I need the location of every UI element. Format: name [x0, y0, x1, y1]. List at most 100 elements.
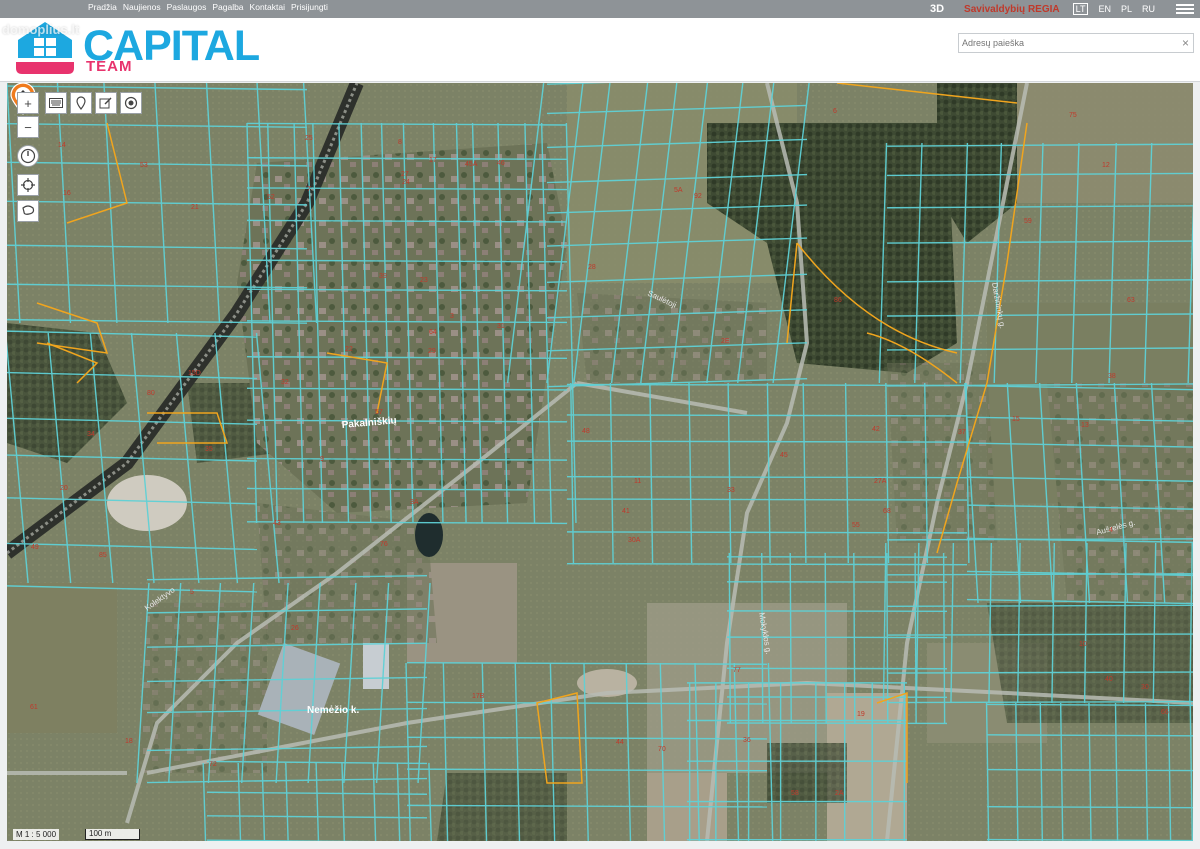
watermark-text: domoplius.lt	[2, 22, 80, 37]
parcel-boundary	[986, 838, 1193, 841]
parcel-number-label: 59	[1024, 218, 1032, 225]
nav-link-help[interactable]: Pagalba	[212, 2, 243, 12]
parcel-number-label: 11	[634, 478, 641, 485]
parcel-number-label: 15	[1012, 416, 1020, 423]
locate-button[interactable]	[120, 92, 142, 114]
parcel-number-label: 53	[140, 162, 148, 169]
parcel-number-label: 20	[60, 485, 68, 492]
parcel-number-label: 28	[588, 264, 596, 271]
crosshair-icon	[21, 178, 35, 192]
parcel-number-label: 17B	[472, 693, 485, 700]
nav-link-home[interactable]: Pradžia	[88, 2, 117, 12]
parcel-boundary	[986, 806, 1193, 809]
parcel-number-label: 7	[307, 186, 311, 193]
top-right-controls: 3D Savivaldybių REGIA LT EN PL RU	[930, 0, 1200, 18]
parcel-number-label: 35	[205, 446, 213, 453]
parcel-number-label: 57	[375, 409, 383, 416]
parcel-number-label: 32	[281, 379, 289, 386]
parcel-number-label: 24	[402, 179, 410, 186]
clear-search-icon[interactable]: ×	[1182, 36, 1189, 50]
parcel-number-label: 3	[450, 313, 454, 320]
parcel-number-label: 85	[99, 552, 107, 559]
parcel-number-label: 76	[380, 541, 388, 548]
map-svg: Saulėtoji Kolektyvo Mokyklos g. Aušrelės…	[7, 83, 1193, 841]
parcel-number-label: 8	[398, 139, 402, 146]
keyboard-icon	[49, 98, 63, 108]
parcel-boundary	[886, 671, 1193, 674]
zoom-out-button[interactable]: −	[17, 116, 39, 138]
parcel-boundary	[566, 440, 968, 443]
parcel-boundary	[986, 768, 1193, 772]
parcel-boundary	[566, 498, 968, 501]
parcel-boundary	[986, 703, 1193, 707]
edit-button[interactable]	[95, 92, 117, 114]
nav-link-services[interactable]: Paslaugos	[167, 2, 207, 12]
logo-subtext: TEAM	[86, 58, 133, 75]
parcel-number-label: 41	[622, 508, 630, 515]
parcel-number-label: 55	[852, 522, 860, 529]
parcel-number-label: 14	[58, 142, 66, 149]
lang-en[interactable]: EN	[1098, 4, 1111, 14]
regia-link[interactable]: Savivaldybių REGIA	[964, 4, 1060, 15]
parcel-number-label: 70	[658, 746, 666, 753]
parcel-number-label: 80	[147, 390, 155, 397]
parcel-boundary	[986, 734, 1193, 737]
header: domoplius.lt CAPITAL TEAM ×	[0, 18, 1200, 82]
compass-button[interactable]	[17, 145, 39, 167]
parcel-number-label: 25	[305, 135, 313, 142]
scale-ratio: M 1 : 5 000	[13, 829, 60, 840]
parcel-number-label: 23	[420, 277, 428, 284]
lasso-button[interactable]	[17, 200, 39, 222]
parcel-boundary	[886, 604, 1193, 608]
parcel-number-label: 45A	[465, 161, 478, 168]
parcel-number-label: 12	[1102, 162, 1110, 169]
place-label-nemezio: Nemėžio k.	[307, 705, 359, 716]
parcel-boundary	[886, 573, 1193, 576]
parcel-number-label: 5A	[674, 187, 683, 194]
parcel-number-label: 31	[497, 323, 505, 330]
parcel-boundary	[886, 633, 1193, 636]
parcel-number-label: 10	[1079, 641, 1087, 648]
lang-lt[interactable]: LT	[1072, 3, 1089, 15]
parcel-number-label: 17	[429, 157, 437, 164]
lang-ru[interactable]: RU	[1142, 4, 1155, 14]
parcel-number-label: 92	[694, 193, 702, 200]
parcel-number-label: 77	[733, 667, 741, 674]
parcel-number-label: 27A	[874, 478, 887, 485]
parcel-number-label: 75	[1069, 112, 1077, 119]
parcel-boundary	[566, 562, 968, 566]
parcel-number-label: 42	[872, 426, 880, 433]
top-navigation: Pradžia Naujienos Paslaugos Pagalba Kont…	[88, 2, 328, 12]
parcel-number-label: 37	[958, 429, 966, 436]
map-canvas[interactable]: Saulėtoji Kolektyvo Mokyklos g. Aušrelės…	[7, 83, 1193, 841]
plus-icon: +	[24, 95, 32, 111]
parcel-number-label: 36	[743, 737, 751, 744]
nav-link-contacts[interactable]: Kontaktai	[250, 2, 285, 12]
parcel-number-label: 5	[190, 589, 194, 596]
parcel-number-label: 13	[1081, 422, 1089, 429]
parcel-number-label: 52	[267, 194, 275, 201]
parcel-number-label: 48	[582, 428, 590, 435]
parcel-number-label: 26	[291, 625, 299, 632]
place-marker-button[interactable]	[70, 92, 92, 114]
nav-link-news[interactable]: Naujienos	[123, 2, 161, 12]
nav-link-login[interactable]: Prisijungti	[291, 2, 328, 12]
parcel-number-label: 4	[1109, 527, 1113, 534]
parcel-number-label: 38	[1108, 373, 1116, 380]
hamburger-menu-icon[interactable]	[1176, 4, 1194, 14]
target-icon	[124, 96, 138, 110]
parcel-number-label: 66	[1161, 709, 1169, 716]
parcel-number-label: 40	[1105, 676, 1113, 683]
parcel-number-label: 2E	[721, 338, 730, 345]
3d-toggle[interactable]: 3D	[930, 3, 944, 15]
address-search-input[interactable]	[962, 38, 1172, 48]
parcel-number-label: 9	[320, 456, 324, 463]
gps-button[interactable]	[17, 174, 39, 196]
address-search: ×	[958, 33, 1194, 53]
parcel-number-label: 16	[63, 190, 71, 197]
zoom-in-button[interactable]: +	[17, 92, 39, 114]
layers-button[interactable]	[45, 92, 67, 114]
parcel-boundary	[566, 414, 968, 417]
lang-pl[interactable]: PL	[1121, 4, 1132, 14]
parcel-number-label: 22	[345, 346, 353, 353]
